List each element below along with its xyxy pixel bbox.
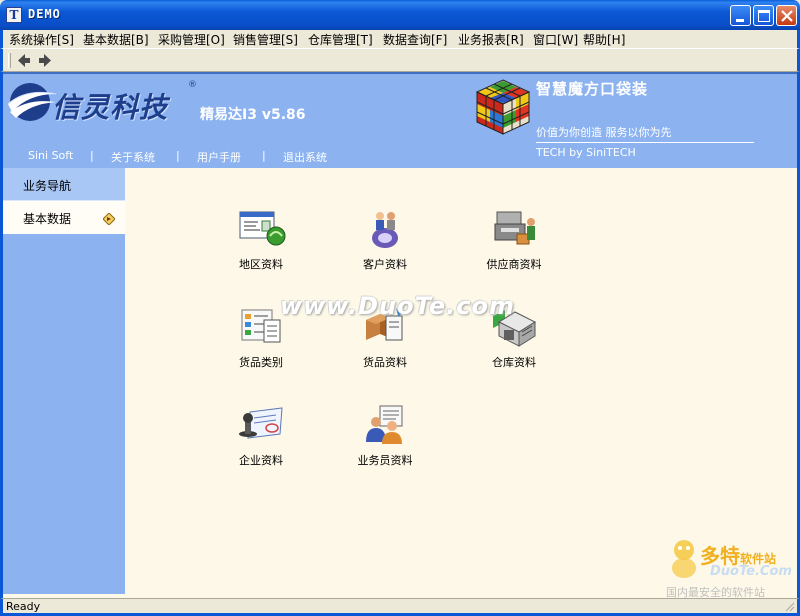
- maximize-button[interactable]: [753, 5, 774, 26]
- sidebar-item-label: 基本数据: [23, 212, 72, 226]
- status-text: Ready: [6, 600, 41, 613]
- status-bar: Ready: [0, 598, 800, 616]
- header-link-about[interactable]: 关于系统: [111, 149, 155, 165]
- menu-purchase[interactable]: 采购管理[O]: [158, 31, 225, 48]
- header-link-exit[interactable]: 退出系统: [283, 149, 327, 165]
- customer-data-icon: [358, 206, 412, 252]
- forward-button[interactable]: [36, 52, 54, 69]
- tile-label: 货品类别: [239, 356, 283, 369]
- tile-customer-data[interactable]: 客户资料: [330, 206, 440, 272]
- close-button[interactable]: [776, 5, 797, 26]
- tile-label: 仓库资料: [492, 356, 536, 369]
- tile-label: 货品资料: [363, 356, 407, 369]
- salesperson-data-icon: [358, 402, 412, 448]
- slogan-divider: [536, 142, 754, 143]
- tech-by-text: TECH by SiniTECH: [536, 146, 636, 159]
- right-arrow-icon: [39, 54, 51, 67]
- header-link-manual[interactable]: 用户手册: [197, 149, 241, 165]
- slogan-title: 智慧魔方口袋装: [536, 80, 649, 98]
- product-version: 精易达I3 v5.86: [200, 107, 306, 123]
- mascot-icon: [672, 540, 696, 578]
- logo-swoosh-icon: [7, 83, 57, 121]
- minimize-button[interactable]: [730, 5, 751, 26]
- menu-sales[interactable]: 销售管理[S]: [233, 31, 298, 48]
- tile-label: 地区资料: [239, 258, 283, 271]
- menu-reports[interactable]: 业务报表[R]: [458, 31, 524, 48]
- sidebar-item-label: 业务导航: [23, 179, 72, 193]
- tile-label: 业务员资料: [357, 454, 413, 467]
- logo-registered-mark: ®: [188, 80, 197, 90]
- tile-supplier-data[interactable]: 供应商资料: [459, 206, 569, 272]
- menu-basic-data[interactable]: 基本数据[B]: [83, 31, 149, 48]
- title-bar[interactable]: T DEMO: [0, 0, 800, 30]
- diamond-arrow-icon: [103, 213, 115, 225]
- tile-salesperson-data[interactable]: 业务员资料: [330, 402, 440, 468]
- watermark-corner-url: DuoTe.Com: [710, 564, 792, 579]
- header-link-sini-soft[interactable]: Sini Soft: [28, 149, 73, 162]
- tile-company-data[interactable]: 企业资料: [206, 402, 316, 468]
- menu-query[interactable]: 数据查询[F]: [383, 31, 447, 48]
- app-icon: T: [6, 7, 22, 23]
- left-arrow-icon: [18, 54, 30, 67]
- back-button[interactable]: [15, 52, 33, 69]
- header-separator: |: [176, 149, 180, 162]
- menu-window[interactable]: 窗口[W]: [533, 31, 578, 48]
- sidebar-item-basic-data[interactable]: 基本数据: [3, 201, 125, 234]
- tile-label: 供应商资料: [486, 258, 542, 271]
- supplier-data-icon: [487, 206, 541, 252]
- toolbar: [0, 48, 800, 72]
- menu-system[interactable]: 系统操作[S]: [9, 31, 74, 48]
- header-separator: |: [262, 149, 266, 162]
- watermark-center: www.DuoTe.com: [280, 292, 515, 320]
- close-icon: [781, 10, 793, 22]
- minimize-icon: [736, 19, 744, 22]
- rubik-cube-icon: [475, 79, 531, 135]
- sidebar-item-business-nav[interactable]: 业务导航: [3, 168, 125, 201]
- toolbar-grip[interactable]: [8, 53, 11, 68]
- resize-grip-icon[interactable]: [783, 600, 795, 612]
- menu-help[interactable]: 帮助[H]: [583, 31, 625, 48]
- menu-warehouse[interactable]: 仓库管理[T]: [308, 31, 373, 48]
- header-separator: |: [90, 149, 94, 162]
- company-data-icon: [234, 402, 288, 448]
- slogan-subtitle: 价值为你创造 服务以你为先: [536, 126, 672, 139]
- region-data-icon: [234, 206, 288, 252]
- window-title: DEMO: [28, 7, 61, 21]
- tile-label: 企业资料: [239, 454, 283, 467]
- menu-bar: 系统操作[S] 基本数据[B] 采购管理[O] 销售管理[S] 仓库管理[T] …: [0, 30, 800, 48]
- tile-region-data[interactable]: 地区资料: [206, 206, 316, 272]
- maximize-icon: [758, 10, 770, 22]
- logo-text: 信灵科技: [52, 91, 169, 124]
- tile-label: 客户资料: [363, 258, 407, 271]
